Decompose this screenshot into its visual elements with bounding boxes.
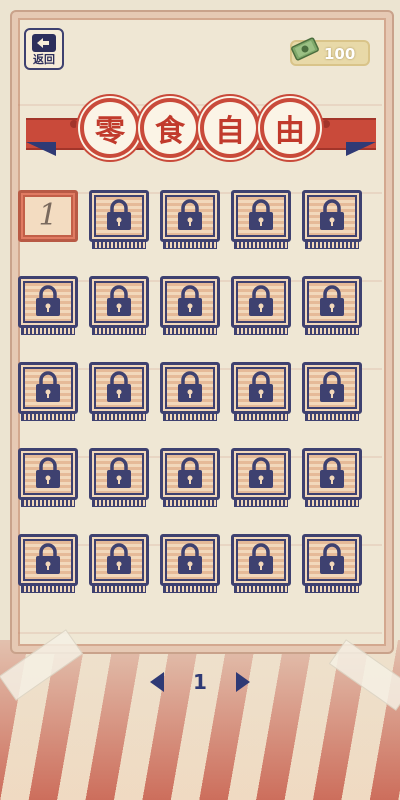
lock-icon: [178, 199, 202, 230]
back-button[interactable]: 返回: [24, 28, 64, 70]
level-tile-locked[interactable]: [302, 362, 362, 422]
tile-base: [92, 413, 146, 421]
title-char: 自: [215, 114, 245, 149]
ribbon-tail-left: [26, 142, 56, 156]
level-tile-locked[interactable]: [89, 448, 149, 508]
tile-base: [305, 499, 359, 507]
tile-base: [234, 413, 288, 421]
lock-icon: [249, 457, 273, 488]
level-tile-locked[interactable]: [231, 362, 291, 422]
lock-icon: [320, 457, 344, 488]
level-grid: 1: [18, 190, 362, 594]
lock-icon: [249, 371, 273, 402]
ribbon-dot: [322, 120, 330, 128]
level-tile-locked[interactable]: [231, 190, 291, 250]
level-tile-locked[interactable]: [89, 190, 149, 250]
lock-icon: [320, 543, 344, 574]
lock-icon: [107, 199, 131, 230]
level-tile-locked[interactable]: [18, 448, 78, 508]
tile-base: [163, 327, 217, 335]
level-tile-locked[interactable]: [160, 276, 220, 336]
lock-icon: [107, 371, 131, 402]
tile-base: [163, 241, 217, 249]
prev-page-button[interactable]: [148, 670, 166, 694]
ribbon-tail-right: [346, 142, 376, 156]
level-tile-locked[interactable]: [89, 362, 149, 422]
level-number: 1: [38, 198, 58, 233]
lock-icon: [107, 457, 131, 488]
tile-base: [92, 585, 146, 593]
back-arrow-icon: [32, 34, 56, 52]
coin-amount: 100: [324, 45, 356, 63]
lock-icon: [36, 543, 60, 574]
tile-base: [234, 241, 288, 249]
page-number: 1: [193, 670, 207, 694]
triangle-left-icon: [150, 672, 164, 692]
lock-icon: [249, 543, 273, 574]
tile-base: [92, 241, 146, 249]
tile-base: [163, 499, 217, 507]
level-tile-locked[interactable]: [89, 276, 149, 336]
tile-base: [21, 585, 75, 593]
lock-icon: [320, 285, 344, 316]
coin-counter: 100: [290, 37, 370, 66]
lock-icon: [107, 543, 131, 574]
level-tile-locked[interactable]: [160, 190, 220, 250]
lock-icon: [249, 199, 273, 230]
level-tile-locked[interactable]: [231, 448, 291, 508]
title-char: 零: [95, 114, 125, 149]
tile-base: [234, 499, 288, 507]
tile-base: [92, 499, 146, 507]
level-tile-locked[interactable]: [302, 448, 362, 508]
tile-base: [234, 327, 288, 335]
tile-base: [305, 327, 359, 335]
level-tile-locked[interactable]: [160, 534, 220, 594]
tile-base: [21, 327, 75, 335]
title-char: 食: [155, 114, 185, 149]
title-char: 由: [275, 114, 305, 149]
back-label: 返回: [33, 53, 55, 66]
level-tile-locked[interactable]: [160, 362, 220, 422]
lock-icon: [249, 285, 273, 316]
lock-icon: [320, 371, 344, 402]
lock-icon: [36, 371, 60, 402]
lock-icon: [107, 285, 131, 316]
level-tile-locked[interactable]: [302, 190, 362, 250]
level-tile[interactable]: 1: [18, 190, 78, 250]
title-circle: 零: [80, 98, 140, 158]
page-title: 零 食 自 由: [80, 92, 320, 160]
level-tile-locked[interactable]: [18, 276, 78, 336]
lock-icon: [320, 199, 344, 230]
level-tile-locked[interactable]: [231, 276, 291, 336]
tile-base: [305, 241, 359, 249]
title-circle: 食: [140, 98, 200, 158]
level-tile-locked[interactable]: [302, 534, 362, 594]
next-page-button[interactable]: [234, 670, 252, 694]
tile-base: [163, 413, 217, 421]
tile-base: [21, 499, 75, 507]
level-tile-locked[interactable]: [18, 534, 78, 594]
tile-base: [305, 585, 359, 593]
tile-base: [163, 585, 217, 593]
level-tile-locked[interactable]: [18, 362, 78, 422]
lock-icon: [178, 543, 202, 574]
lock-icon: [36, 285, 60, 316]
level-tile-locked[interactable]: [89, 534, 149, 594]
level-tile-locked[interactable]: [302, 276, 362, 336]
ribbon-dot: [70, 120, 78, 128]
level-tile-locked[interactable]: [160, 448, 220, 508]
level-tile-locked[interactable]: [231, 534, 291, 594]
lock-icon: [36, 457, 60, 488]
money-icon: [291, 37, 319, 61]
lock-icon: [178, 457, 202, 488]
tile-base: [21, 413, 75, 421]
triangle-right-icon: [236, 672, 250, 692]
title-circle: 由: [260, 98, 320, 158]
tile-base: [92, 327, 146, 335]
tile-base: [305, 413, 359, 421]
tile-base: [234, 585, 288, 593]
title-circle: 自: [200, 98, 260, 158]
lock-icon: [178, 371, 202, 402]
lock-icon: [178, 285, 202, 316]
